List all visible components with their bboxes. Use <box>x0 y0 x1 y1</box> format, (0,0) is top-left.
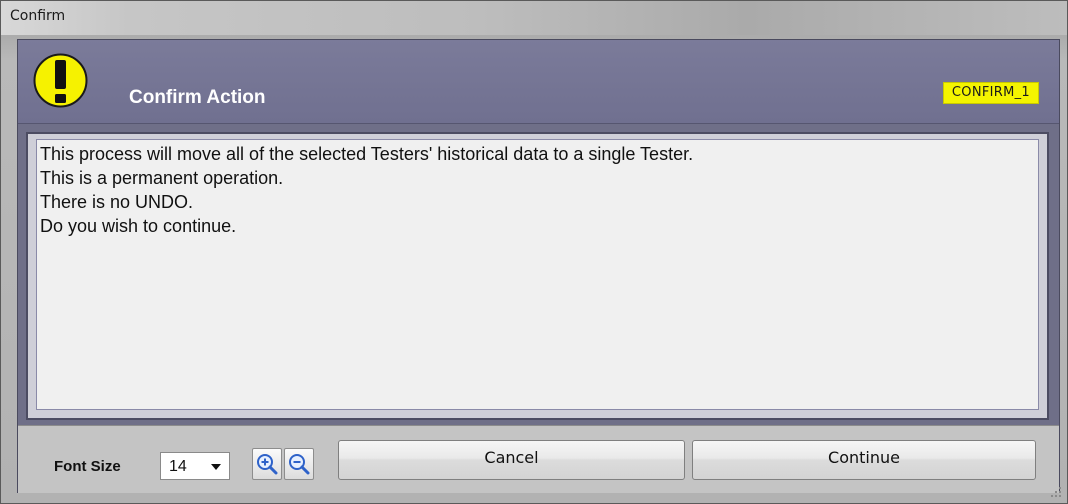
zoom-in-icon <box>257 454 278 475</box>
confirm-window: Confirm Confirm Action CONFIRM_1 This pr… <box>0 0 1068 504</box>
message-line: This process will move all of the select… <box>40 144 694 164</box>
message-textbox[interactable]: This process will move all of the select… <box>36 139 1039 410</box>
dialog-title: Confirm Action <box>129 87 266 108</box>
zoom-in-button[interactable] <box>252 448 282 480</box>
dialog-id-badge: CONFIRM_1 <box>942 82 1039 104</box>
message-panel: This process will move all of the select… <box>26 132 1049 420</box>
message-line: This is a permanent operation. <box>40 168 284 188</box>
title-bar[interactable]: Confirm <box>1 1 1067 35</box>
continue-button-label: Continue <box>828 448 900 467</box>
font-size-dropdown[interactable]: 14 <box>160 452 230 480</box>
message-line: There is no UNDO. <box>40 192 194 212</box>
font-size-label: Font Size <box>54 458 121 475</box>
resize-grip-icon[interactable] <box>1045 481 1065 501</box>
chevron-down-icon <box>211 464 221 470</box>
dialog-footer: Font Size 14 Cancel Continue <box>18 425 1059 493</box>
dialog-header: Confirm Action CONFIRM_1 <box>18 40 1059 124</box>
continue-button[interactable]: Continue <box>692 440 1036 480</box>
font-size-value: 14 <box>169 458 187 475</box>
window-title: Confirm <box>10 8 66 24</box>
cancel-button-label: Cancel <box>484 448 539 467</box>
dialog-body: Confirm Action CONFIRM_1 This process wi… <box>17 39 1060 493</box>
exclamation-warning-icon <box>33 53 88 108</box>
message-line: Do you wish to continue. <box>40 216 237 236</box>
zoom-out-icon <box>289 454 310 475</box>
cancel-button[interactable]: Cancel <box>338 440 685 480</box>
zoom-out-button[interactable] <box>284 448 314 480</box>
